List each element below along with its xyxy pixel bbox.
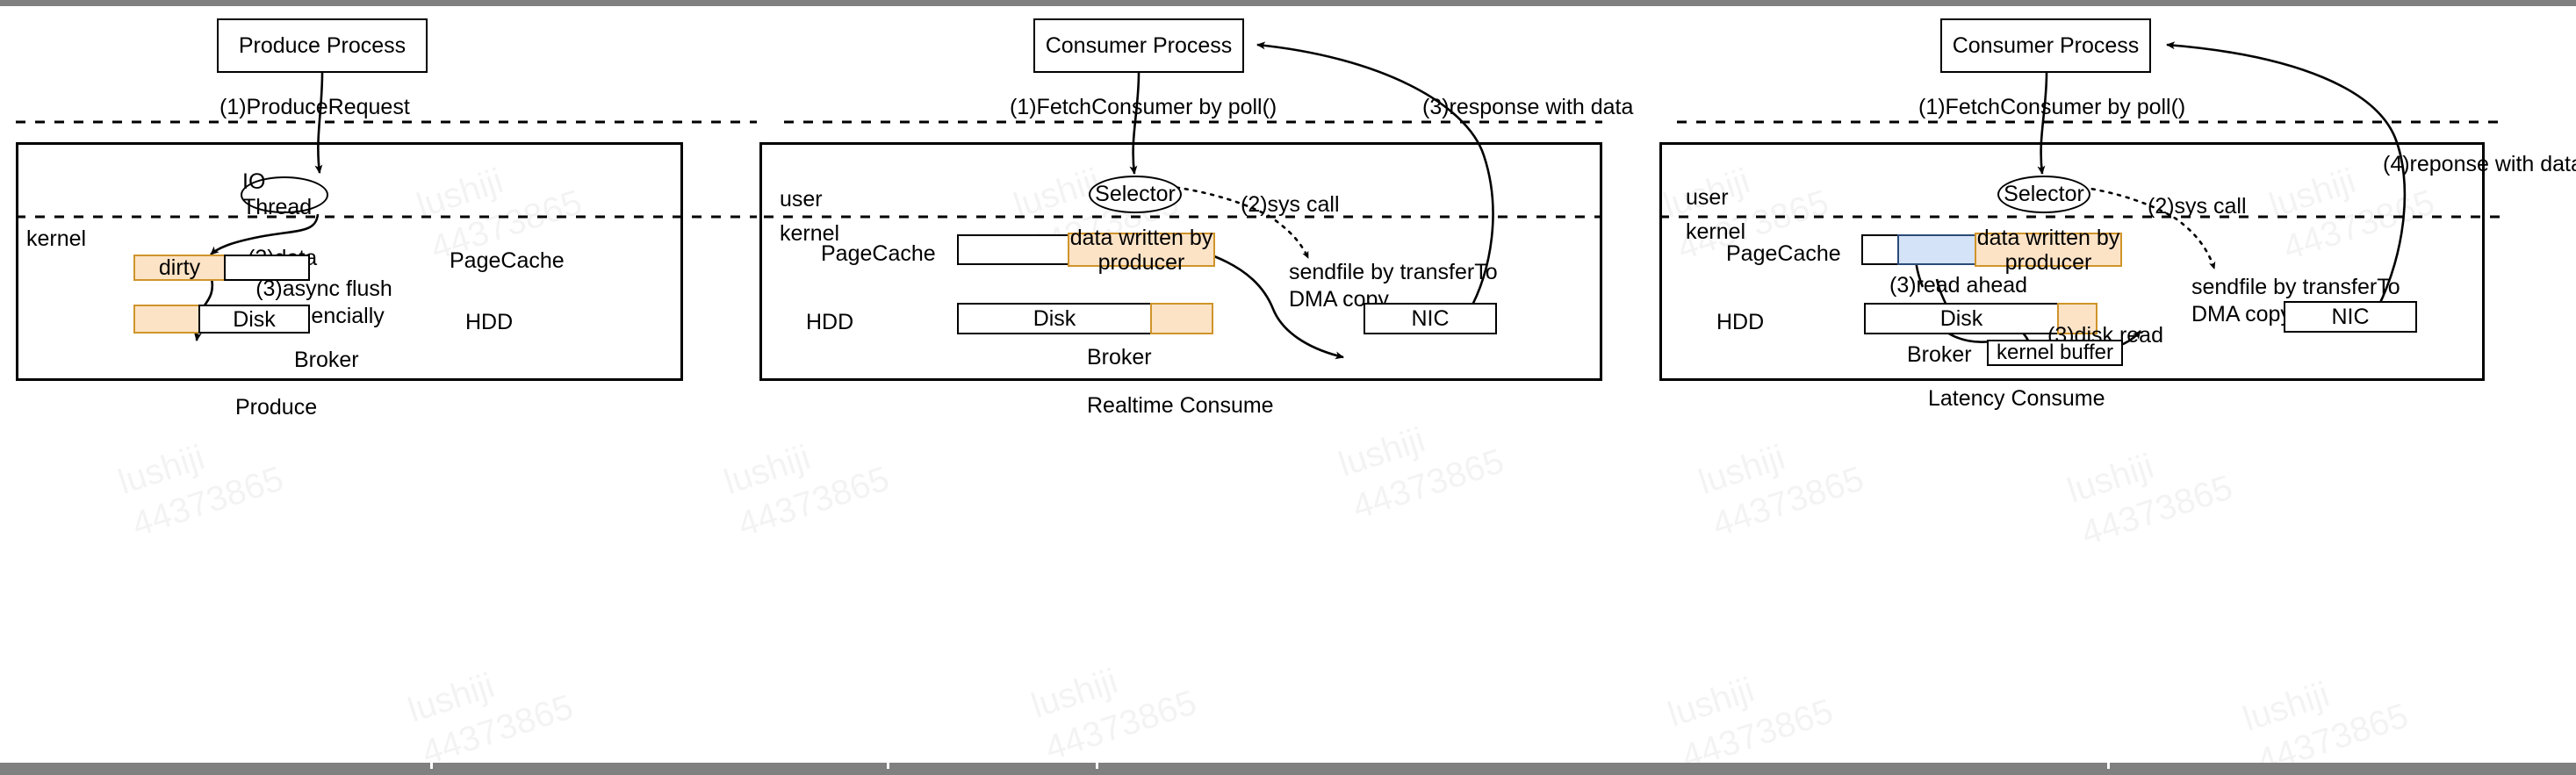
edge-label-response-realtime: (3)response with data — [1422, 95, 1634, 119]
diagram-canvas: lushiji44373865 lushiji44373865 lushiji4… — [0, 0, 2576, 775]
edge-label-sys-call-latency: (2)sys call — [2148, 194, 2247, 219]
disk-label-produce: Disk — [233, 306, 276, 332]
watermark: lushiji44373865 — [1663, 647, 1839, 769]
io-thread-node[interactable]: IO Thread — [241, 169, 328, 219]
nic-label-latency: NIC — [2331, 304, 2370, 329]
selector-node-latency[interactable]: Selector — [1997, 176, 2090, 213]
zone-label-user-latency: user — [1686, 185, 1729, 210]
panel-caption-latency: Latency Consume — [1928, 386, 2105, 411]
broker-label-latency: Broker — [1907, 342, 1972, 367]
panel-caption-realtime: Realtime Consume — [1087, 393, 1274, 418]
kernel-buffer-box[interactable]: kernel buffer — [1987, 340, 2123, 366]
watermark: lushiji44373865 — [403, 642, 579, 769]
watermark: lushiji44373865 — [1334, 397, 1510, 530]
strip-tick — [430, 763, 433, 769]
consumer-process-label-realtime: Consumer Process — [1045, 32, 1233, 58]
disk-label-realtime: Disk — [1033, 306, 1076, 331]
nic-label-realtime: NIC — [1411, 305, 1450, 331]
watermark: lushiji44373865 — [719, 414, 896, 548]
pagecache-producer-data-label-latency: data written by producer — [1976, 225, 2120, 275]
edge-label-read-ahead: (3)read ahead — [1889, 273, 2028, 298]
disk-cached-segment-realtime[interactable] — [1150, 303, 1213, 334]
disk-segment-produce[interactable]: Disk — [198, 305, 310, 334]
disk-cached-segment[interactable] — [133, 305, 200, 334]
row-label-hdd-latency: HDD — [1716, 310, 1765, 334]
nic-box-realtime[interactable]: NIC — [1364, 303, 1497, 334]
pagecache-producer-data-segment-latency[interactable]: data written by producer — [1975, 226, 2122, 275]
watermark: lushiji44373865 — [1026, 638, 1203, 769]
produce-process-box[interactable]: Produce Process — [217, 18, 428, 73]
selector-label-latency: Selector — [2004, 182, 2084, 206]
pagecache-producer-data-segment-realtime[interactable]: data written by producer — [1068, 226, 1215, 275]
disk-label-latency: Disk — [1939, 306, 1983, 331]
watermark: lushiji44373865 — [1694, 414, 1870, 548]
panel-caption-produce: Produce — [235, 395, 318, 420]
broker-container-produce — [16, 142, 683, 381]
kernel-buffer-label: kernel buffer — [1997, 341, 2113, 365]
row-label-pagecache-realtime: PageCache — [821, 241, 936, 266]
broker-label-realtime: Broker — [1087, 345, 1152, 370]
edge-label-fetch-latency: (1)FetchConsumer by poll() — [1918, 95, 2186, 119]
produce-process-label: Produce Process — [238, 32, 407, 58]
pagecache-free-segment-realtime — [957, 234, 1069, 265]
strip-tick — [2107, 763, 2110, 769]
broker-label-produce: Broker — [294, 348, 359, 372]
watermark: lushiji44373865 — [113, 414, 290, 548]
io-thread-label: IO Thread — [242, 169, 313, 219]
row-label-hdd-realtime: HDD — [806, 310, 854, 334]
edge-label-produce-request: (1)ProduceRequest — [219, 95, 410, 119]
edge-label-fetch-realtime: (1)FetchConsumer by poll() — [1010, 95, 1277, 119]
consumer-process-box-realtime[interactable]: Consumer Process — [1033, 18, 1244, 73]
pagecache-readahead-segment-latency[interactable] — [1897, 234, 1976, 265]
row-label-pagecache-latency: PageCache — [1726, 241, 1841, 266]
pagecache-free-segment-latency — [1861, 234, 1899, 265]
nic-box-latency[interactable]: NIC — [2284, 301, 2417, 333]
zone-label-user-realtime: user — [780, 187, 823, 212]
selector-label-realtime: Selector — [1095, 182, 1176, 206]
row-label-hdd-produce: HDD — [465, 310, 514, 334]
watermark: lushiji44373865 — [2238, 651, 2414, 769]
watermark: lushiji44373865 — [2062, 423, 2239, 556]
pagecache-dirty-label: dirty — [158, 255, 201, 280]
strip-tick — [1096, 763, 1098, 769]
consumer-process-label-latency: Consumer Process — [1952, 32, 2140, 58]
row-label-pagecache-produce: PageCache — [450, 248, 565, 273]
pagecache-producer-data-label-realtime: data written by producer — [1069, 225, 1213, 275]
pagecache-dirty-segment[interactable]: dirty — [133, 255, 226, 281]
consumer-process-box-latency[interactable]: Consumer Process — [1940, 18, 2151, 73]
disk-segment-realtime[interactable]: Disk — [957, 303, 1152, 334]
window-bottom-strip — [0, 763, 2576, 769]
disk-segment-latency[interactable]: Disk — [1864, 303, 2059, 334]
connector-layer — [16, 41, 2504, 360]
strip-tick — [887, 763, 889, 769]
selector-node-realtime[interactable]: Selector — [1089, 176, 1182, 213]
edge-label-sys-call-realtime: (2)sys call — [1241, 192, 1340, 217]
zone-label-kernel-produce: kernel — [26, 226, 87, 251]
